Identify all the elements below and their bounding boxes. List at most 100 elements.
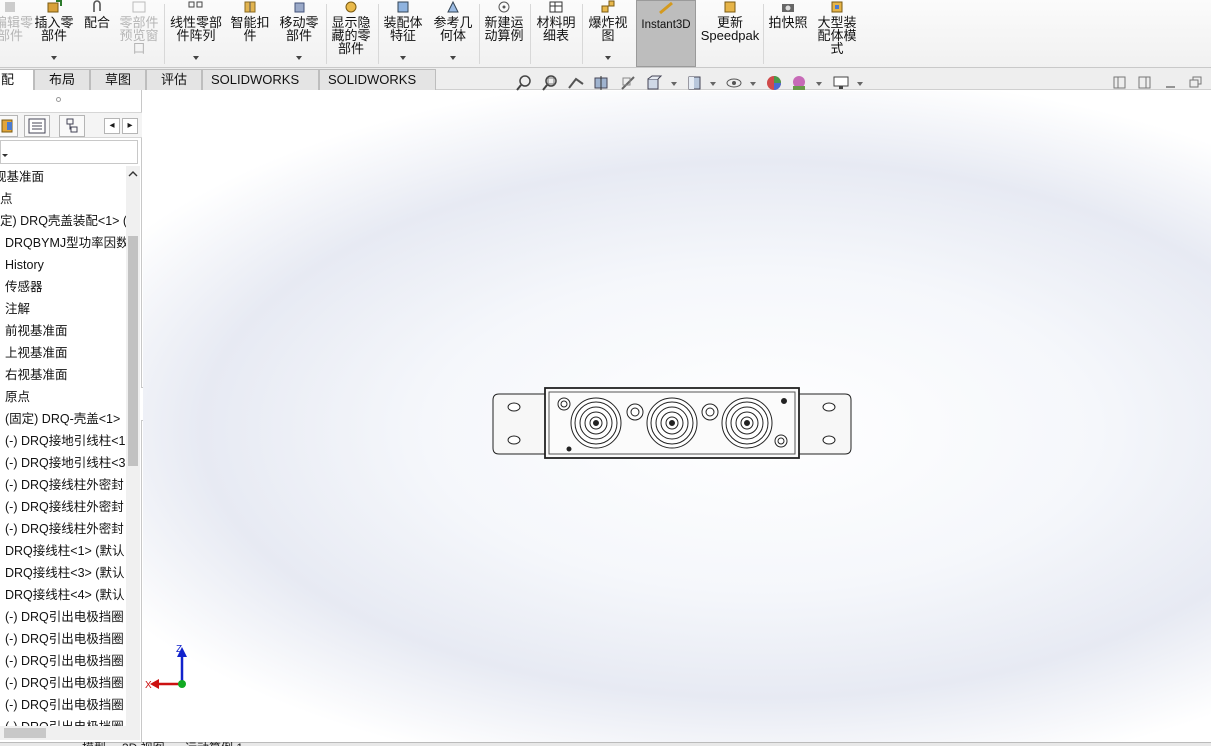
previous-view-icon[interactable] [567, 74, 585, 92]
zoom-to-area-icon[interactable] [541, 74, 559, 92]
tree-item[interactable]: 点 [0, 188, 126, 210]
tree-horizontal-scrollbar[interactable] [0, 726, 140, 740]
mate-button[interactable]: 配合 [80, 0, 114, 66]
tab-3d-views[interactable]: 3D 视图 [122, 742, 172, 746]
tree-item[interactable]: 原点 [0, 386, 126, 408]
triad-x-label: X [145, 680, 152, 691]
component-preview-button[interactable]: 零部件 预览窗 口 [116, 0, 162, 66]
tab-scroll-right-icon[interactable]: ▸ [122, 118, 138, 134]
tree-item[interactable]: (-) DRQ引出电极挡圈 [0, 716, 126, 726]
tree-item[interactable]: History [0, 254, 126, 276]
chevron-down-icon[interactable] [450, 56, 456, 60]
tree-item[interactable]: 右视基准面 [0, 364, 126, 386]
insert-component-button[interactable]: 插入零 部件 [32, 0, 76, 66]
section-view-icon[interactable] [593, 74, 611, 92]
large-assembly-mode-button[interactable]: 大型装 配体模 式 [813, 0, 861, 66]
chevron-down-icon[interactable] [750, 82, 756, 86]
tree-item[interactable]: (-) DRQ引出电极挡圈 [0, 606, 126, 628]
smart-fasteners-button[interactable]: 智能扣 件 [228, 0, 272, 66]
chevron-down-icon[interactable] [816, 82, 822, 86]
tree-item[interactable]: (-) DRQ引出电极挡圈 [0, 650, 126, 672]
display-style-icon[interactable] [686, 74, 704, 92]
scrollbar-thumb[interactable] [128, 236, 138, 466]
tab-solidworks-addins[interactable]: SOLIDWORKS 插件 [202, 69, 319, 107]
move-component-icon [291, 0, 307, 14]
chevron-down-icon[interactable] [400, 56, 406, 60]
view-orientation-icon[interactable] [645, 74, 663, 92]
graphics-area[interactable]: Z X [143, 91, 1211, 742]
tree-item[interactable]: (-) DRQ引出电极挡圈 [0, 628, 126, 650]
tab-motion-study-1[interactable]: 运动算例 1 [185, 742, 265, 746]
tab-property-manager[interactable] [24, 115, 50, 137]
tree-item[interactable]: (-) DRQ引出电极挡圈 [0, 672, 126, 694]
tree-item[interactable]: (-) DRQ接地引线柱<1 [0, 430, 126, 452]
update-speedpak-button[interactable]: 更新 Speedpak [700, 0, 760, 66]
tree-item[interactable]: (-) DRQ接地引线柱<3 [0, 452, 126, 474]
tab-assembly[interactable]: 配体 [0, 69, 34, 107]
tree-item[interactable]: DRQ接线柱<4> (默认 [0, 584, 126, 606]
view-settings-icon[interactable] [832, 74, 850, 92]
tree-item[interactable]: 上视基准面 [0, 342, 126, 364]
chevron-down-icon[interactable] [51, 56, 57, 60]
instant3d-button[interactable]: Instant3D [636, 0, 696, 67]
tree-item[interactable]: DRQBYMJ型功率因数 [0, 232, 126, 254]
feature-manager-tabs: ◂ ▸ [0, 112, 142, 138]
restore-icon[interactable] [1189, 76, 1203, 90]
edit-component-button[interactable]: 编辑零 部件 [0, 0, 33, 66]
new-motion-study-button[interactable]: 新建运 动算例 [481, 0, 527, 66]
tree-filter-box[interactable] [0, 140, 138, 164]
tab-sketch[interactable]: 草图 [90, 69, 146, 90]
chevron-down-icon[interactable] [193, 56, 199, 60]
zoom-to-fit-icon[interactable] [515, 74, 533, 92]
show-hidden-icon [343, 0, 359, 14]
exploded-view-button[interactable]: 爆炸视 图 [584, 0, 632, 66]
model-viewport: Z X [145, 387, 852, 691]
take-snapshot-button[interactable]: 拍快照 [765, 0, 811, 66]
tree-vertical-scrollbar[interactable] [126, 166, 140, 726]
filter-dropdown-icon[interactable] [1, 141, 11, 165]
tab-evaluate[interactable]: 评估 [146, 69, 202, 90]
tree-item[interactable]: 前视基准面 [0, 320, 126, 342]
scroll-up-icon[interactable] [126, 168, 140, 180]
apply-scene-icon[interactable] [790, 74, 808, 92]
tree-item[interactable]: (固定) DRQ-壳盖<1> [0, 408, 126, 430]
chevron-down-icon[interactable] [710, 82, 716, 86]
move-component-button[interactable]: 移动零 部件 [276, 0, 322, 66]
tile-right-icon[interactable] [1138, 76, 1152, 90]
tab-model[interactable]: 模型 [82, 742, 112, 746]
tab-feature-manager[interactable] [0, 115, 18, 137]
panel-grip-icon[interactable] [56, 97, 61, 102]
minimize-icon[interactable] [1164, 76, 1178, 90]
feature-tree-icon [1, 119, 13, 133]
chevron-down-icon[interactable] [671, 82, 677, 86]
tab-scroll-left-icon[interactable]: ◂ [104, 118, 120, 134]
tree-item[interactable]: DRQ接线柱<1> (默认 [0, 540, 126, 562]
chevron-down-icon[interactable] [296, 56, 302, 60]
tree-item[interactable]: (-) DRQ引出电极挡圈 [0, 694, 126, 716]
chevron-down-icon[interactable] [605, 56, 611, 60]
tile-left-icon[interactable] [1113, 76, 1127, 90]
tree-item[interactable]: (-) DRQ接线柱外密封 [0, 474, 126, 496]
tree-item[interactable]: 视基准面 [0, 166, 126, 188]
tree-item[interactable]: 传感器 [0, 276, 126, 298]
bill-of-materials-button[interactable]: 材料明 细表 [532, 0, 580, 66]
edit-appearance-icon[interactable] [765, 74, 783, 92]
assembly-features-button[interactable]: 装配体 特征 [380, 0, 426, 66]
linear-pattern-button[interactable]: 线性零部 件阵列 [166, 0, 226, 66]
preview-window-icon [131, 0, 147, 14]
show-hidden-components-button[interactable]: 显示隐 藏的零 部件 [328, 0, 374, 66]
command-manager-ribbon: 编辑零 部件 插入零 部件 配合 零部件 预览窗 口 线性零部 件阵列 智能扣 … [0, 0, 1211, 68]
dynamic-annotation-icon[interactable] [619, 74, 637, 92]
tree-item[interactable]: 定) DRQ壳盖装配<1> ( [0, 210, 126, 232]
chevron-down-icon[interactable] [857, 82, 863, 86]
reference-geometry-button[interactable]: 参考几 何体 [430, 0, 476, 66]
tab-layout[interactable]: 布局 [34, 69, 90, 90]
hide-show-items-icon[interactable] [725, 74, 743, 92]
tree-item[interactable]: (-) DRQ接线柱外密封 [0, 496, 126, 518]
tab-solidworks-mbd[interactable]: SOLIDWORKS MBD [319, 69, 436, 107]
scrollbar-thumb[interactable] [4, 728, 46, 738]
tree-item[interactable]: 注解 [0, 298, 126, 320]
tree-item[interactable]: DRQ接线柱<3> (默认 [0, 562, 126, 584]
tree-item[interactable]: (-) DRQ接线柱外密封 [0, 518, 126, 540]
tab-configuration-manager[interactable] [59, 115, 85, 137]
